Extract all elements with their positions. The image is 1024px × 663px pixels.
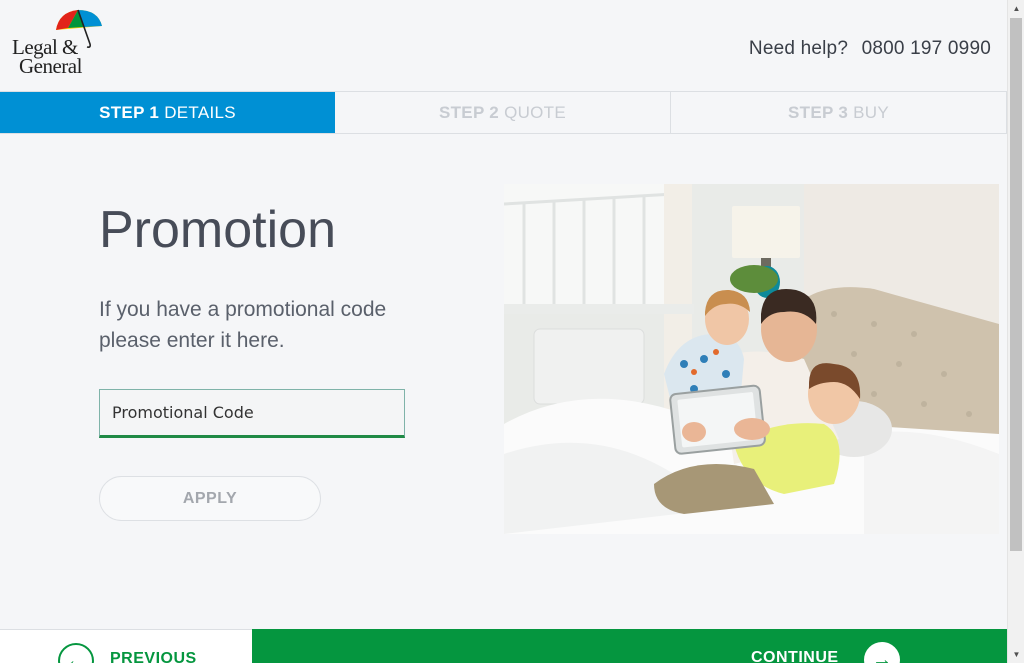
scrollbar-thumb[interactable] [1010,18,1022,551]
promo-code-input[interactable] [99,389,405,438]
page-header: Legal & General Need help? 0800 197 0990 [0,0,1007,91]
step-2-label: QUOTE [504,102,567,122]
step-progress-bar: STEP 1 DETAILS STEP 2 QUOTE STEP 3 BUY [0,91,1007,134]
previous-label: PREVIOUS [110,650,197,663]
previous-button[interactable]: ← PREVIOUS [0,629,252,663]
arrow-right-icon: → [864,642,900,663]
step-3-number: STEP 3 [788,102,849,122]
step-2-number: STEP 2 [438,102,500,122]
step-quote[interactable]: STEP 2 QUOTE [335,92,671,133]
continue-label: CONTINUE [751,649,839,663]
continue-button[interactable]: CONTINUE → [252,629,1007,663]
step-3-label: BUY [853,102,889,122]
legal-general-logo[interactable]: Legal & General [10,8,105,80]
arrow-left-icon: ← [58,643,94,663]
scroll-down-arrow-icon[interactable]: ▼ [1008,646,1024,663]
step-1-label: DETAILS [164,102,236,122]
apply-button[interactable]: APPLY [99,476,321,521]
help-phone-link[interactable]: 0800 197 0990 [862,38,991,59]
help-label: Need help? [748,38,849,59]
scroll-up-arrow-icon[interactable]: ▲ [1008,0,1024,17]
vertical-scrollbar[interactable]: ▲ ▼ [1007,0,1024,663]
promo-description: If you have a promotional code please en… [99,298,387,352]
help-contact: Need help? 0800 197 0990 [749,38,991,60]
step-buy[interactable]: STEP 3 BUY [671,92,1007,133]
family-photo [504,184,999,534]
brand-wordmark: Legal & General [12,37,82,78]
page-title: Promotion [99,201,336,259]
step-details[interactable]: STEP 1 DETAILS [0,92,335,133]
step-1-number: STEP 1 [99,102,160,122]
brand-line-2: General [19,54,82,78]
